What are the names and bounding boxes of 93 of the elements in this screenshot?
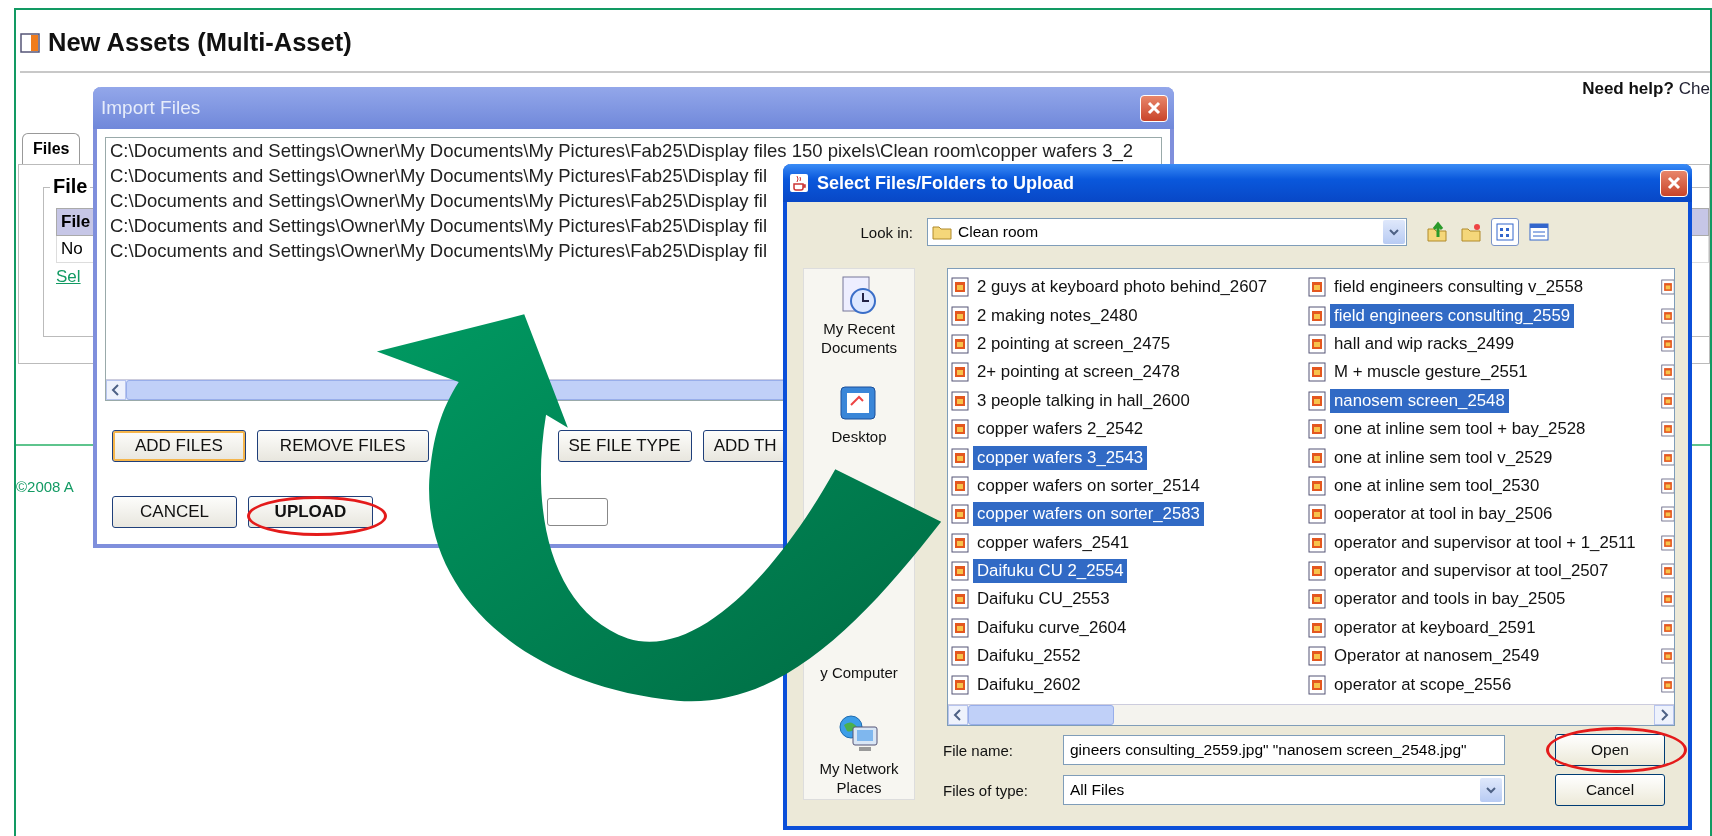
file-item[interactable]: operator at scope_2556 xyxy=(1308,670,1661,699)
file-item[interactable]: 2+ pointing at screen_2478 xyxy=(951,358,1308,387)
image-file-icon xyxy=(1308,617,1326,638)
image-file-icon xyxy=(951,277,969,298)
file-item[interactable]: field engineers consulting v_2558 xyxy=(1308,273,1661,302)
file-item[interactable]: operator and tools in bay_2505 xyxy=(1308,585,1661,614)
place-item[interactable]: My Network Places xyxy=(805,713,913,797)
square-icon xyxy=(20,32,40,53)
file-item[interactable]: Daifuku curve_2604 xyxy=(951,613,1308,643)
file-item[interactable]: Daifuku CU 2_2554 xyxy=(951,556,1308,586)
file-item[interactable]: ooperator at tool in bay_2506 xyxy=(1308,500,1661,529)
image-file-icon xyxy=(1308,447,1326,468)
image-file-icon xyxy=(951,419,969,440)
open-button[interactable]: Open xyxy=(1555,734,1665,766)
image-file-icon xyxy=(1308,504,1326,525)
image-file-icon xyxy=(1308,532,1326,553)
image-file-icon xyxy=(951,646,969,667)
file-name-field[interactable]: gineers consulting_2559.jpg" "nanosem screen_2548.jpg" xyxy=(1063,735,1505,765)
close-button[interactable] xyxy=(1660,169,1688,197)
help-label: Need help? xyxy=(1582,79,1674,99)
page-title: New Assets (Multi-Asset) xyxy=(48,28,352,57)
image-file-icon xyxy=(951,362,969,383)
image-file-icon xyxy=(1308,561,1326,582)
file-item[interactable]: nanosem screen_2548 xyxy=(1308,386,1661,415)
image-file-icon xyxy=(1308,475,1326,496)
image-file-icon xyxy=(951,532,969,553)
image-file-icon xyxy=(1308,277,1326,298)
dialog-button[interactable]: UPLOAD xyxy=(248,496,373,528)
place-item[interactable]: y Computer xyxy=(805,663,913,682)
image-file-icon xyxy=(1308,362,1326,383)
file-type-dropdown[interactable]: All Files xyxy=(1063,775,1505,805)
dialog-button[interactable]: ADD FILES xyxy=(112,430,246,462)
image-file-icon xyxy=(1308,333,1326,354)
image-file-icon xyxy=(951,674,969,695)
file-item[interactable]: one at inline sem tool + bay_2528 xyxy=(1308,414,1661,444)
file-name-label: File name: xyxy=(943,741,1015,759)
close-icon xyxy=(1147,101,1161,115)
file-item[interactable]: Daifuku_2552 xyxy=(951,642,1308,671)
help-link[interactable]: Che xyxy=(1678,79,1710,99)
file-item[interactable]: Operator at nanosem_2549 xyxy=(1308,642,1661,671)
file-item[interactable]: 3 people talking in hall_2600 xyxy=(951,386,1308,415)
image-file-icon xyxy=(1308,419,1326,440)
file-item[interactable]: one at inline sem tool v_2529 xyxy=(1308,443,1661,472)
tab[interactable]: Files xyxy=(22,133,81,164)
image-file-icon xyxy=(951,390,969,411)
close-icon xyxy=(1667,176,1681,190)
image-file-icon xyxy=(951,617,969,638)
coffee-cup-icon xyxy=(789,173,809,193)
file-path[interactable]: C:\Documents and Settings\Owner\My Documents\My Pictures\Fab25\Display files 150 pixels\Clean room\copper wafers 3_2 xyxy=(110,138,1161,163)
image-file-icon xyxy=(1308,589,1326,610)
file-item[interactable]: copper wafers_2541 xyxy=(951,528,1308,557)
dialog-button[interactable]: CANCEL xyxy=(112,496,237,528)
file-type-label: Files of type: xyxy=(943,781,1030,799)
file-item[interactable]: 2 pointing at screen_2475 xyxy=(951,329,1308,359)
image-file-icon xyxy=(1308,674,1326,695)
image-file-icon xyxy=(951,305,969,326)
cancel-button[interactable]: Cancel xyxy=(1555,774,1665,806)
folder-icon xyxy=(932,224,952,240)
file-item[interactable]: copper wafers 3_2543 xyxy=(951,443,1308,472)
file-item[interactable]: operator at keyboard_2591 xyxy=(1308,613,1661,643)
file-item[interactable]: 2 making notes_2480 xyxy=(951,301,1308,330)
copyright-text: ©2008 A xyxy=(16,478,74,495)
image-file-icon xyxy=(951,589,969,610)
file-item[interactable]: Daifuku_2602 xyxy=(951,670,1308,699)
input-field[interactable] xyxy=(547,498,608,526)
file-item[interactable]: operator and supervisor at tool + 1_2511 xyxy=(1308,528,1661,557)
file-item[interactable]: Daifuku CU_2553 xyxy=(951,585,1308,614)
look-in-dropdown[interactable]: Clean room xyxy=(927,218,1407,246)
dialog-title: Select Files/Folders to Upload xyxy=(817,172,1076,194)
dialog-title: Import Files xyxy=(101,97,201,119)
image-file-icon xyxy=(951,504,969,525)
close-button[interactable] xyxy=(1140,94,1168,122)
image-file-icon xyxy=(1308,390,1326,411)
list-view-button[interactable] xyxy=(1491,218,1519,246)
file-item[interactable]: copper wafers 2_2542 xyxy=(951,414,1308,444)
dialog-button[interactable]: REMOVE FILES xyxy=(256,430,429,462)
horizontal-scrollbar[interactable] xyxy=(948,704,1674,725)
place-item[interactable]: Desktop xyxy=(805,381,913,446)
file-item[interactable]: hall and wip racks_2499 xyxy=(1308,329,1661,359)
image-file-icon xyxy=(951,475,969,496)
image-file-icon xyxy=(951,447,969,468)
dialog-button[interactable]: SE FILE TYPE xyxy=(557,430,692,462)
image-file-icon xyxy=(1308,305,1326,326)
file-item[interactable]: M + muscle gesture_2551 xyxy=(1308,358,1661,387)
image-file-icon xyxy=(951,333,969,354)
place-item[interactable]: My Recent Documents xyxy=(805,273,913,357)
file-item[interactable]: operator and supervisor at tool_2507 xyxy=(1308,556,1661,586)
select-link[interactable]: Sel xyxy=(56,267,81,287)
image-file-icon xyxy=(951,561,969,582)
file-item[interactable]: copper wafers on sorter_2514 xyxy=(951,471,1308,501)
file-item[interactable]: 2 guys at keyboard photo behind_2607 xyxy=(951,273,1308,302)
image-file-icon xyxy=(1308,646,1326,667)
file-item[interactable]: one at inline sem tool_2530 xyxy=(1308,471,1661,501)
